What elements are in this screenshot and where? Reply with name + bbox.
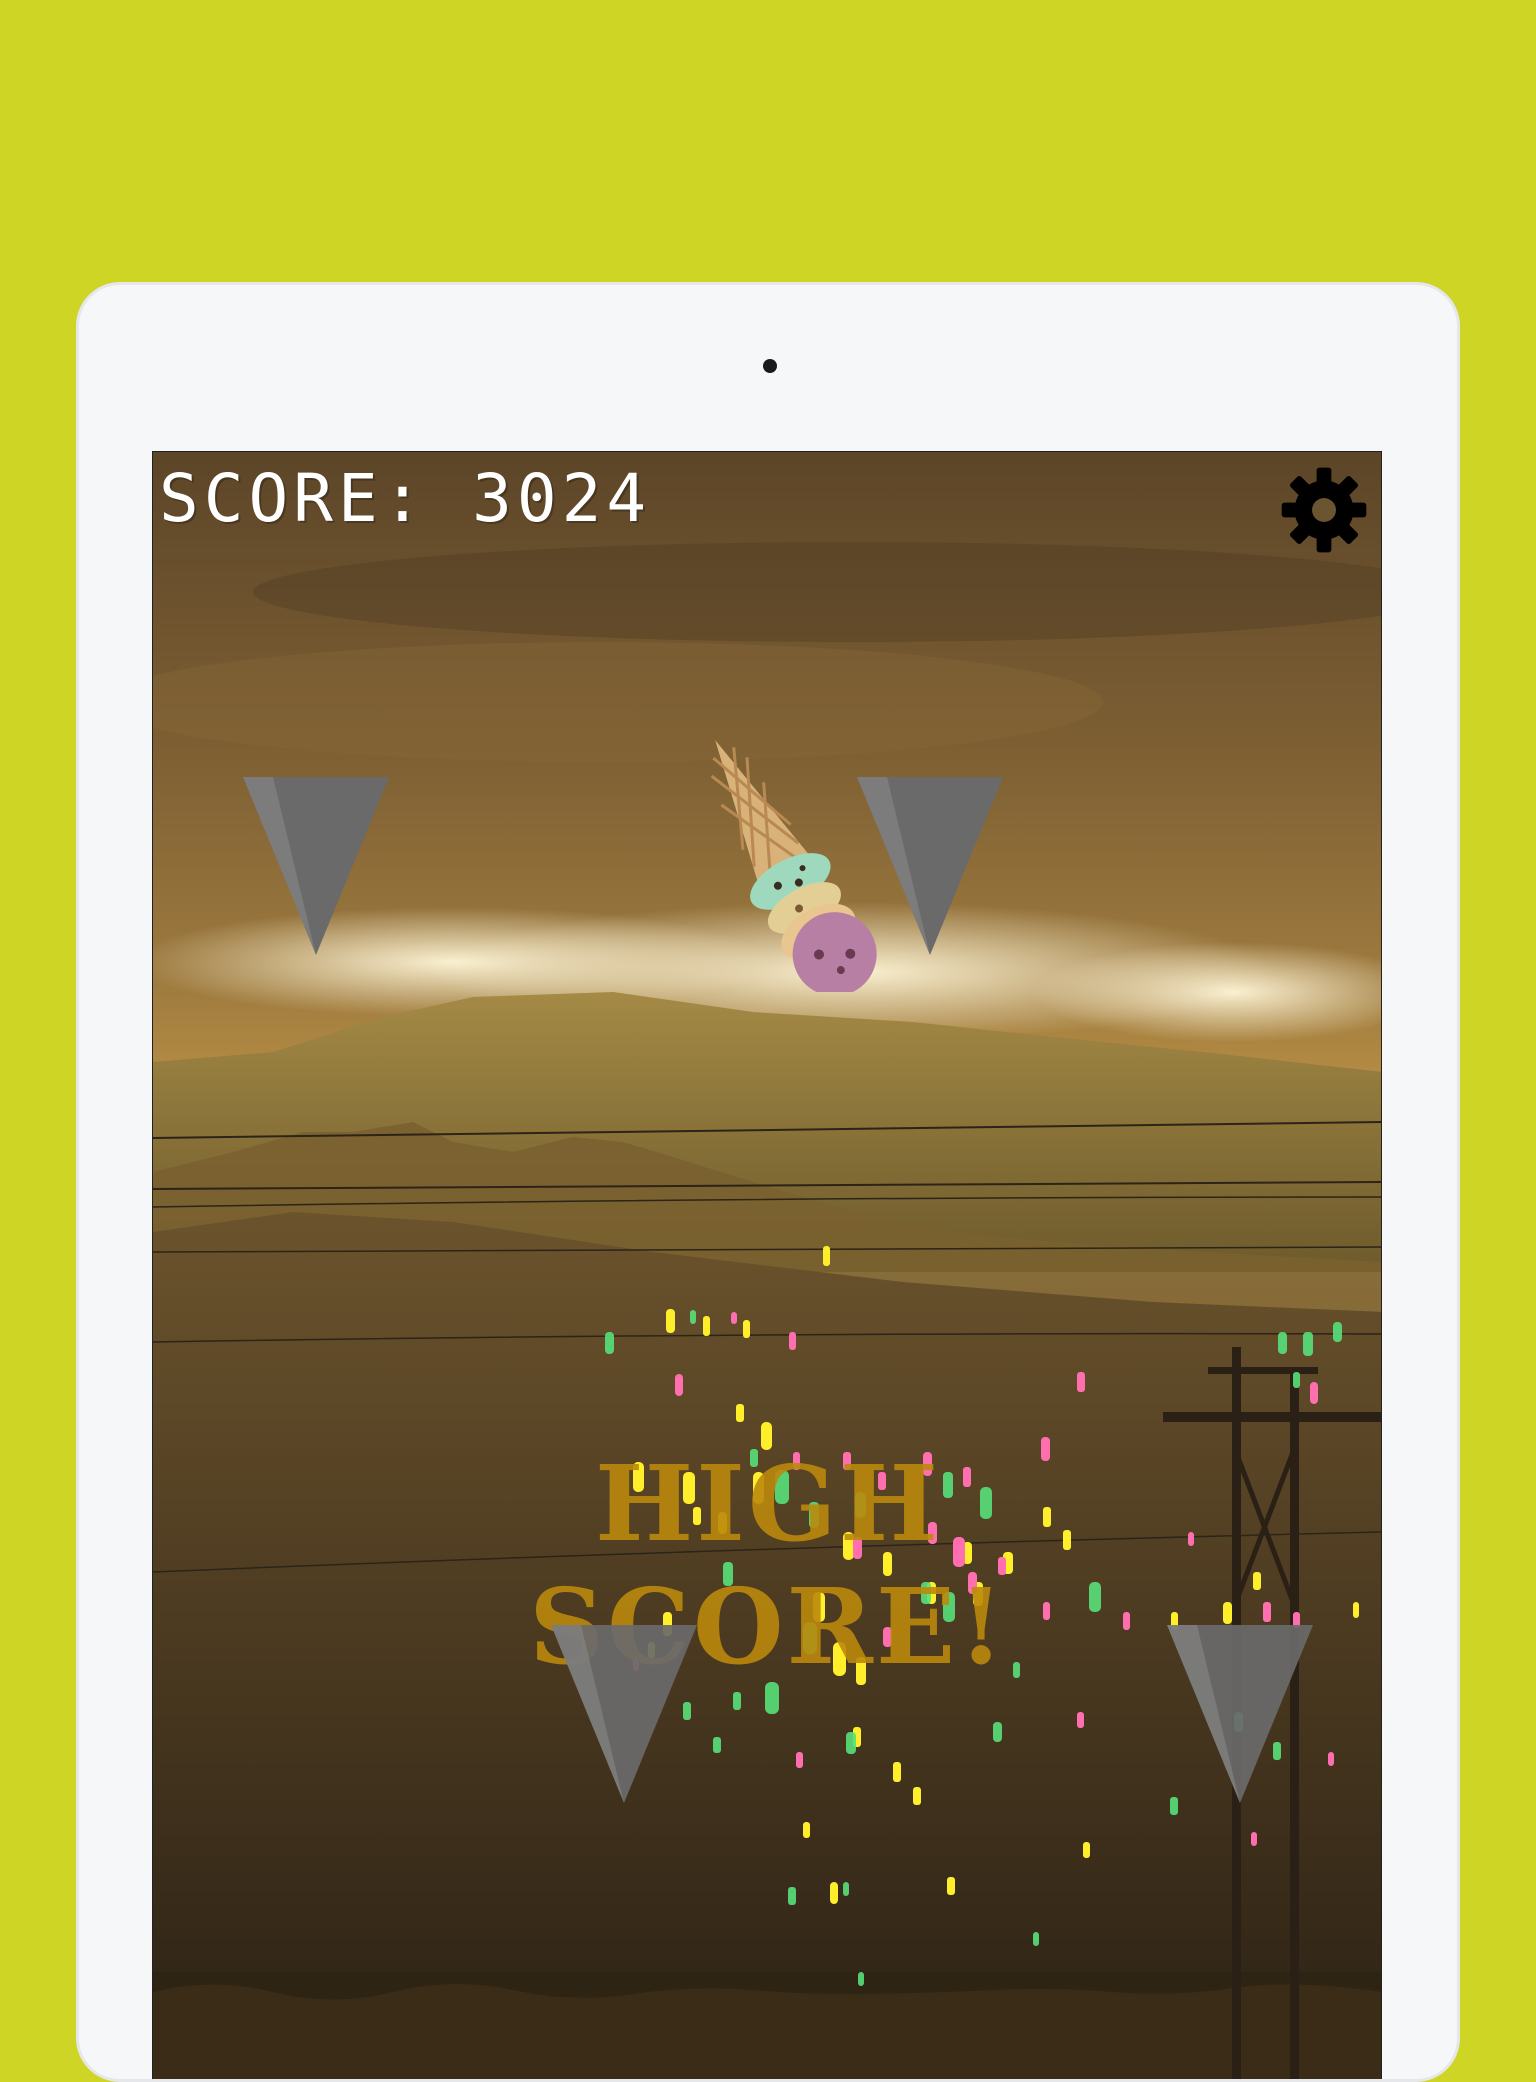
spike-top-left (243, 777, 389, 955)
gear-icon[interactable] (1278, 464, 1370, 556)
spike-bottom-left (551, 1625, 697, 1803)
high-score-banner: HIGH SCORE! (529, 1442, 1007, 1688)
ice-cream-cone-player[interactable] (673, 722, 893, 992)
camera-dot (763, 359, 777, 373)
score-display: SCORE: 3024 (159, 460, 651, 537)
game-screen[interactable]: HIGH SCORE! SCORE: 3024 (152, 451, 1382, 2079)
score-label: SCORE: (159, 460, 428, 537)
score-value: 3024 (472, 460, 652, 537)
spike-bottom-right (1167, 1625, 1313, 1803)
desert-sunset-background (153, 452, 1381, 2079)
tablet-frame: HIGH SCORE! SCORE: 3024 (76, 282, 1460, 2082)
